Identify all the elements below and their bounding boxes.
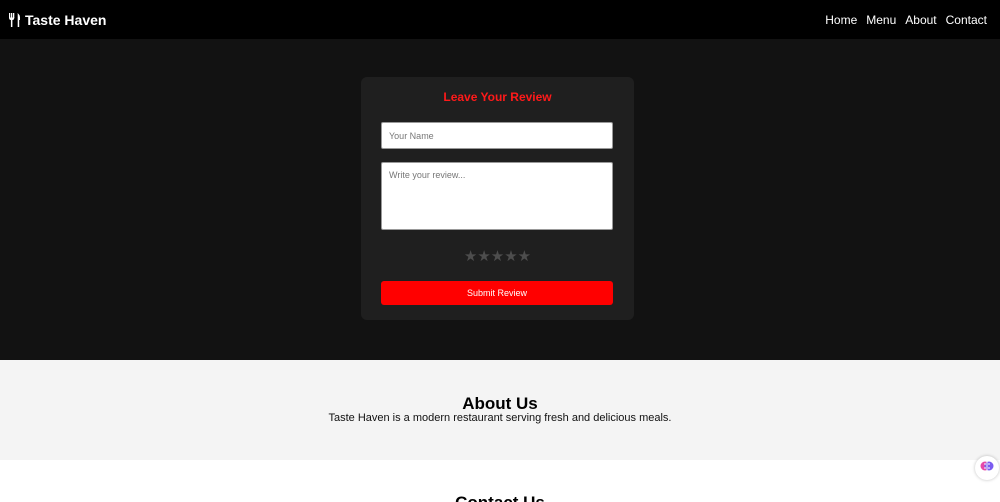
name-input[interactable] xyxy=(381,122,613,149)
nav-link-about[interactable]: About xyxy=(905,13,936,27)
contact-section: Contact Us xyxy=(0,460,1000,502)
contact-title: Contact Us xyxy=(0,493,1000,502)
nav-links: Home Menu About Contact xyxy=(816,13,987,27)
star-4-icon[interactable]: ★ xyxy=(504,248,517,265)
nav-link-menu[interactable]: Menu xyxy=(866,13,896,27)
about-section: About Us Taste Haven is a modern restaur… xyxy=(0,360,1000,460)
nav-link-contact[interactable]: Contact xyxy=(946,13,987,27)
star-rating: ★★★★★ xyxy=(361,247,634,265)
brain-icon xyxy=(980,459,994,478)
about-text: Taste Haven is a modern restaurant servi… xyxy=(328,412,672,424)
navbar: Taste Haven Home Menu About Contact xyxy=(0,0,1000,39)
brand-name: Taste Haven xyxy=(25,11,107,28)
brand-logo[interactable]: Taste Haven xyxy=(8,12,106,28)
star-5-icon[interactable]: ★ xyxy=(518,248,531,265)
review-textarea[interactable] xyxy=(381,162,613,230)
star-1-icon[interactable]: ★ xyxy=(464,248,477,265)
about-title: About Us xyxy=(462,394,538,413)
nav-link-home[interactable]: Home xyxy=(825,13,857,27)
assistant-button[interactable] xyxy=(975,456,999,480)
review-section: Leave Your Review ★★★★★ Submit Review xyxy=(0,39,1000,360)
star-3-icon[interactable]: ★ xyxy=(491,248,504,265)
star-2-icon[interactable]: ★ xyxy=(477,248,490,265)
review-form-title: Leave Your Review xyxy=(443,90,552,104)
submit-review-button[interactable]: Submit Review xyxy=(381,281,613,305)
review-card: Leave Your Review ★★★★★ Submit Review xyxy=(361,77,634,320)
utensils-icon xyxy=(8,12,21,27)
